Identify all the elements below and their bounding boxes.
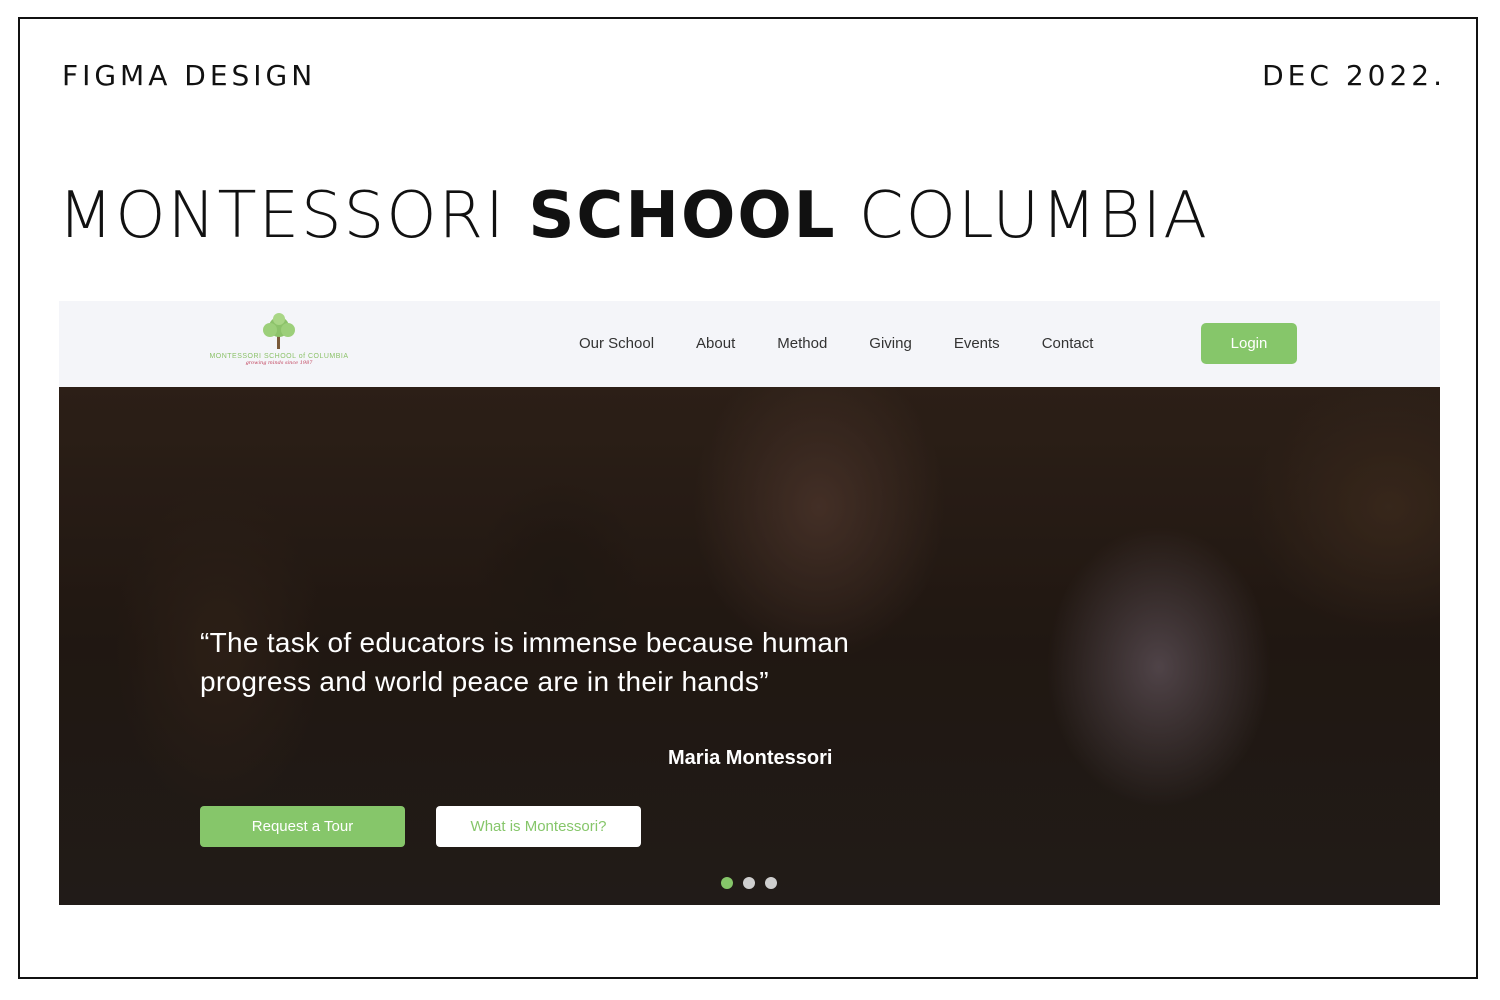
nav-item-our-school[interactable]: Our School xyxy=(579,335,654,352)
nav-item-contact[interactable]: Contact xyxy=(1042,335,1094,352)
logo-name: MONTESSORI SCHOOL of COLUMBIA xyxy=(209,353,349,360)
website-mockup: MONTESSORI SCHOOL of COLUMBIA growing mi… xyxy=(59,301,1440,905)
title-part-2: SCHOOL xyxy=(528,179,837,253)
request-tour-button[interactable]: Request a Tour xyxy=(200,806,405,847)
what-is-montessori-button[interactable]: What is Montessori? xyxy=(436,806,641,847)
tree-icon xyxy=(263,313,295,349)
nav-item-about[interactable]: About xyxy=(696,335,735,352)
carousel-dot-2[interactable] xyxy=(743,877,755,889)
carousel-dot-3[interactable] xyxy=(765,877,777,889)
title-part-3: COLUMBIA xyxy=(836,179,1210,253)
hero-banner: “The task of educators is immense becaus… xyxy=(59,387,1440,905)
nav-links: Our School About Method Giving Events Co… xyxy=(579,335,1135,352)
carousel-dot-1[interactable] xyxy=(721,877,733,889)
site-logo[interactable]: MONTESSORI SCHOOL of COLUMBIA growing mi… xyxy=(199,313,359,377)
design-tool-label: FIGMA DESIGN xyxy=(62,59,317,92)
date-label: DEC 2022. xyxy=(1262,59,1446,92)
nav-item-method[interactable]: Method xyxy=(777,335,827,352)
hero-quote: “The task of educators is immense becaus… xyxy=(200,627,850,697)
carousel-dots xyxy=(721,877,777,889)
title-part-1: MONTESSORI xyxy=(58,179,529,253)
presentation-frame: FIGMA DESIGN DEC 2022. MONTESSORI SCHOOL… xyxy=(18,17,1478,979)
logo-tagline: growing minds since 1987 xyxy=(245,360,313,366)
site-navbar: MONTESSORI SCHOOL of COLUMBIA growing mi… xyxy=(59,301,1440,387)
nav-item-giving[interactable]: Giving xyxy=(869,335,912,352)
nav-item-events[interactable]: Events xyxy=(954,335,1000,352)
login-button[interactable]: Login xyxy=(1201,323,1297,364)
quote-author: Maria Montessori xyxy=(668,747,833,769)
page-title: MONTESSORI SCHOOL COLUMBIA xyxy=(58,179,1209,253)
